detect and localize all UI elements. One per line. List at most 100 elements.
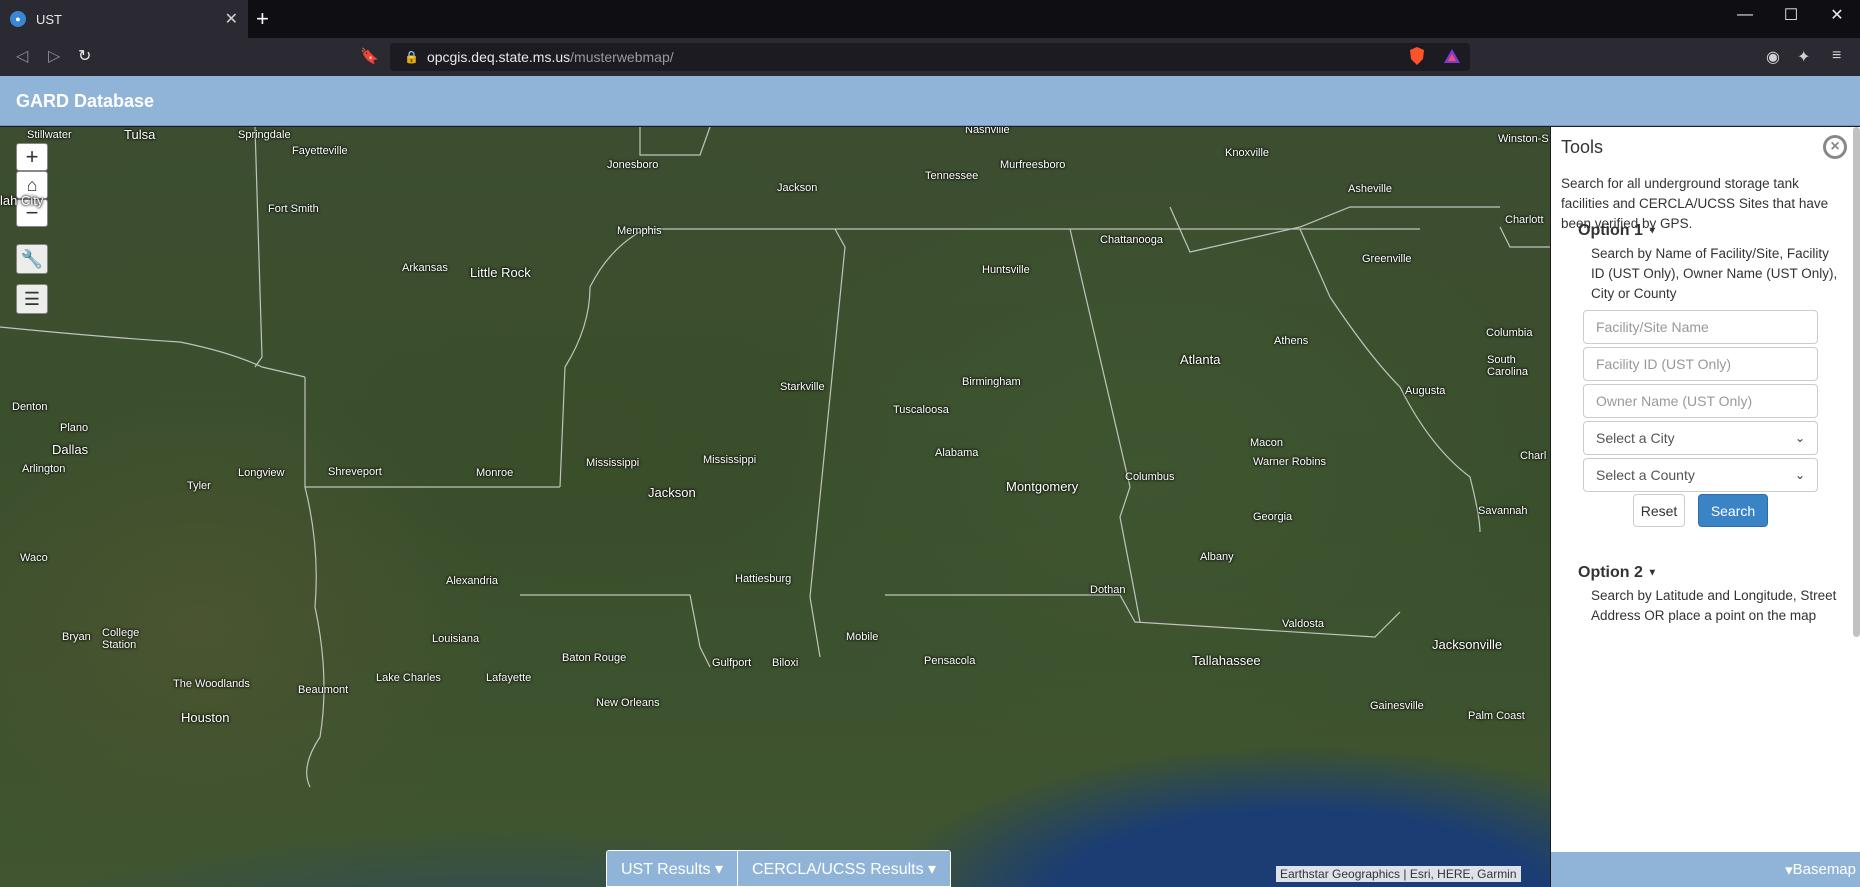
brave-shield-icon[interactable]: [1408, 46, 1426, 66]
tab-title: UST: [36, 11, 62, 27]
map-label: Montgomery: [1006, 479, 1079, 494]
map-label: Stillwater: [27, 129, 72, 141]
map-label: Knoxville: [1225, 147, 1270, 159]
map-label: Asheville: [1348, 183, 1393, 195]
map-label: Bryan: [62, 631, 91, 643]
map-label: Columbia: [1486, 327, 1533, 339]
map-label: Gainesville: [1370, 700, 1424, 712]
search-button[interactable]: Search: [1698, 494, 1768, 527]
tab-close-icon[interactable]: ✕: [225, 9, 238, 29]
facility-id-input[interactable]: Facility ID (UST Only): [1583, 347, 1818, 381]
reload-icon[interactable]: ↻: [78, 46, 91, 66]
option2-toggle[interactable]: Option 2 ▼: [1578, 564, 1657, 582]
map-label: Macon: [1250, 437, 1284, 449]
brave-rewards-icon[interactable]: [1443, 46, 1461, 66]
state-borders: [0, 127, 1550, 788]
map-label: Palm Coast: [1468, 710, 1525, 722]
maximize-icon[interactable]: ☐: [1766, 0, 1816, 30]
ust-results-dropdown[interactable]: UST Results ▾: [607, 851, 738, 886]
map-label: Monroe: [476, 467, 514, 479]
city-select[interactable]: Select a City ⌄: [1583, 421, 1818, 455]
cercla-results-dropdown[interactable]: CERCLA/UCSS Results ▾: [738, 851, 951, 886]
zoom-in-button[interactable]: +: [16, 143, 48, 171]
tools-panel: Tools × Search for all underground stora…: [1551, 127, 1860, 887]
map-label: Augusta: [1405, 385, 1446, 397]
chevron-down-icon: ⌄: [1794, 468, 1805, 482]
map-label: Jonesboro: [607, 159, 659, 171]
map-label: Little Rock: [470, 265, 531, 280]
map-label: Athens: [1274, 335, 1309, 347]
map-label: Lafayette: [486, 672, 532, 684]
window-close-icon[interactable]: ✕: [1812, 0, 1860, 30]
bookmark-icon[interactable]: 🔖: [360, 47, 379, 65]
new-tab-button[interactable]: +: [256, 8, 269, 30]
map-label: Jackson: [648, 485, 696, 500]
map-label: lah City: [0, 193, 44, 208]
map-label: Alabama: [935, 447, 979, 459]
menu-icon[interactable]: ≡: [1832, 47, 1841, 65]
caret-down-icon: ▼: [1647, 567, 1658, 579]
map-label: Mississippi: [586, 457, 640, 469]
wrench-tools-icon[interactable]: 🔧: [16, 244, 48, 274]
map-attribution: Earthstar Geographics | Esri, HERE, Garm…: [1276, 866, 1521, 882]
minimize-icon[interactable]: —: [1720, 0, 1770, 30]
county-select[interactable]: Select a County ⌄: [1583, 458, 1818, 492]
map-label: Georgia: [1253, 511, 1293, 523]
map-label: Warner Robins: [1253, 456, 1326, 468]
tools-title: Tools: [1561, 137, 1604, 157]
chevron-down-icon: ⌄: [1794, 431, 1805, 445]
map-label: Savannah: [1478, 505, 1528, 517]
map-label: Arlington: [22, 463, 66, 475]
map-label: Dothan: [1090, 584, 1126, 596]
app-header: GARD Database: [0, 76, 1860, 126]
caret-down-icon: ▼: [1647, 225, 1658, 237]
map-label: Houston: [181, 710, 230, 725]
map-label: Lake Charles: [376, 672, 441, 684]
basemap-toggle[interactable]: ▾ Basemap: [1551, 852, 1860, 887]
map-label: Tuscaloosa: [893, 404, 949, 416]
map-label: Fort Smith: [268, 203, 319, 215]
map-label: Tallahassee: [1192, 653, 1261, 668]
reset-button[interactable]: Reset: [1633, 494, 1685, 527]
facility-name-input[interactable]: Facility/Site Name: [1583, 310, 1818, 344]
map-label: Hattiesburg: [735, 573, 792, 585]
map-label: Denton: [12, 401, 48, 413]
map-label: Arkansas: [402, 262, 448, 274]
address-bar[interactable]: 🔒 opcgis.deq.state.ms.us /musterwebmap/: [390, 43, 1470, 71]
map-label: New Orleans: [596, 697, 660, 709]
map-label: The Woodlands: [173, 678, 250, 690]
app-title: GARD Database: [16, 91, 155, 111]
map-label: Chattanooga: [1100, 234, 1163, 246]
puzzle-extensions-icon[interactable]: ✦: [1797, 47, 1810, 67]
map-label: Atlanta: [1180, 352, 1221, 367]
extension-icon[interactable]: ◉: [1766, 47, 1780, 67]
map-label: Greenville: [1362, 253, 1412, 265]
forward-icon[interactable]: ▷: [48, 46, 60, 66]
map-label: Jackson: [777, 182, 818, 194]
back-icon[interactable]: ◁: [16, 46, 28, 66]
close-panel-icon[interactable]: ×: [1823, 135, 1847, 159]
map-label: South Carolina: [1487, 354, 1528, 378]
map-label: Springdale: [238, 129, 291, 141]
browser-tabbar: ● UST ✕ + — ☐ ✕: [0, 0, 1860, 38]
option1-toggle[interactable]: Option 1 ▼: [1578, 222, 1657, 240]
map-view[interactable]: + ⌂ − 🔧 ☰ Stillwater Tulsa Springdale Fa…: [0, 127, 1550, 887]
lock-icon: 🔒: [404, 50, 419, 64]
map-label: Winston-S: [1498, 133, 1549, 145]
map-label: Pensacola: [924, 655, 976, 667]
map-label: Mississippi: [703, 454, 757, 466]
url-path: /musterwebmap/: [570, 49, 674, 65]
site-favicon-icon: ●: [10, 11, 26, 27]
map-label: Tennessee: [925, 170, 979, 182]
map-label: Dallas: [52, 442, 89, 457]
results-bar: UST Results ▾ CERCLA/UCSS Results ▾: [606, 850, 952, 887]
owner-name-input[interactable]: Owner Name (UST Only): [1583, 384, 1818, 418]
browser-tab[interactable]: ● UST ✕: [0, 0, 248, 38]
map-label: Charl: [1520, 450, 1547, 462]
map-label: Longview: [238, 467, 285, 479]
map-label: Baton Rouge: [562, 652, 627, 664]
layer-list-icon[interactable]: ☰: [16, 284, 48, 314]
map-label: Louisiana: [432, 633, 480, 645]
panel-scrollbar[interactable]: [1853, 127, 1860, 637]
map-label: Alexandria: [446, 575, 498, 587]
